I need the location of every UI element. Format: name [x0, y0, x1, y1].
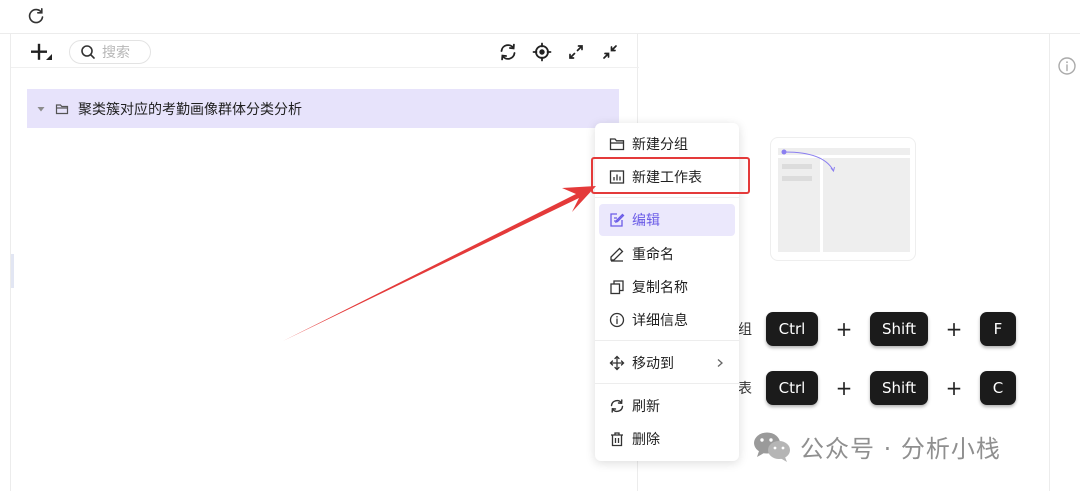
caret-down-icon[interactable] [36, 104, 46, 114]
menu-item-label: 删除 [632, 432, 660, 448]
shortcut-new-sheet: 表 Ctrl + Shift + C [738, 368, 1016, 408]
expand-icon[interactable] [566, 42, 586, 62]
add-dropdown-button[interactable] [29, 41, 55, 63]
menu-item-copy-name[interactable]: 复制名称 [599, 271, 735, 303]
menu-item-refresh[interactable]: 刷新 [599, 390, 735, 422]
key-f: F [980, 312, 1016, 346]
tree-folder-row[interactable]: 聚类簇对应的考勤画像群体分类分析 [27, 89, 619, 128]
menu-item-move-to[interactable]: 移动到 [599, 347, 735, 379]
panel-resize-handle[interactable] [11, 254, 14, 288]
collapse-icon[interactable] [600, 42, 620, 62]
watermark: 公众号 · 分析小栈 [752, 428, 1001, 464]
key-ctrl: Ctrl [766, 312, 818, 346]
pencil-icon [610, 247, 624, 262]
search-placeholder: 搜索 [102, 45, 130, 61]
chevron-right-icon [717, 359, 723, 367]
key-shift: Shift [870, 312, 928, 346]
locate-icon[interactable] [532, 42, 552, 62]
folder-icon [609, 138, 625, 151]
menu-item-label: 编辑 [632, 213, 660, 229]
folder-icon [55, 103, 69, 114]
resource-panel: 搜索 聚类簇对应的考勤画像群体分类分析 [10, 34, 639, 491]
plus-sign: + [945, 317, 963, 341]
shortcut-new-group: 组 Ctrl + Shift + F [738, 309, 1016, 349]
sync-icon[interactable] [498, 42, 518, 62]
top-bar [0, 0, 1080, 34]
key-ctrl: Ctrl [766, 371, 818, 405]
menu-item-rename[interactable]: 重命名 [599, 238, 735, 270]
menu-divider [595, 197, 739, 198]
menu-item-label: 复制名称 [632, 280, 688, 296]
key-c: C [980, 371, 1016, 405]
menu-item-label: 详细信息 [632, 313, 688, 329]
app-window: 搜索 聚类簇对应的考勤画像群体分类分析 组 Ctrl + Shift + F 表… [0, 0, 1080, 491]
watermark-text: 公众号 · 分析小栈 [800, 434, 1001, 463]
plus-sign: + [945, 376, 963, 400]
empty-state-illustration [770, 137, 916, 261]
plus-sign: + [835, 317, 853, 341]
refresh-icon [610, 399, 624, 413]
info-icon[interactable] [1057, 56, 1077, 76]
edit-icon [610, 213, 625, 227]
refresh-icon[interactable] [26, 6, 46, 26]
shortcut-label: 组 [738, 322, 752, 338]
menu-item-label: 新建分组 [632, 137, 688, 153]
shortcut-label: 表 [738, 381, 752, 397]
menu-divider [595, 383, 739, 384]
key-shift: Shift [870, 371, 928, 405]
folder-label: 聚类簇对应的考勤画像群体分类分析 [78, 101, 302, 118]
menu-item-label: 移动到 [632, 356, 674, 372]
plus-sign: + [835, 376, 853, 400]
menu-item-label: 刷新 [632, 399, 660, 415]
resource-toolbar: 搜索 [11, 34, 639, 68]
trash-icon [611, 432, 623, 447]
move-icon [609, 355, 625, 371]
wechat-icon [754, 432, 790, 462]
menu-item-edit[interactable]: 编辑 [599, 204, 735, 236]
menu-item-delete[interactable]: 删除 [599, 423, 735, 455]
info-icon [609, 312, 625, 328]
menu-item-new-group[interactable]: 新建分组 [599, 128, 735, 160]
search-input[interactable]: 搜索 [69, 40, 151, 64]
search-icon [81, 45, 95, 59]
annotation-highlight-box [591, 157, 750, 194]
menu-item-details[interactable]: 详细信息 [599, 304, 735, 336]
menu-divider [595, 340, 739, 341]
menu-item-label: 重命名 [632, 247, 674, 263]
copy-icon [610, 280, 624, 295]
